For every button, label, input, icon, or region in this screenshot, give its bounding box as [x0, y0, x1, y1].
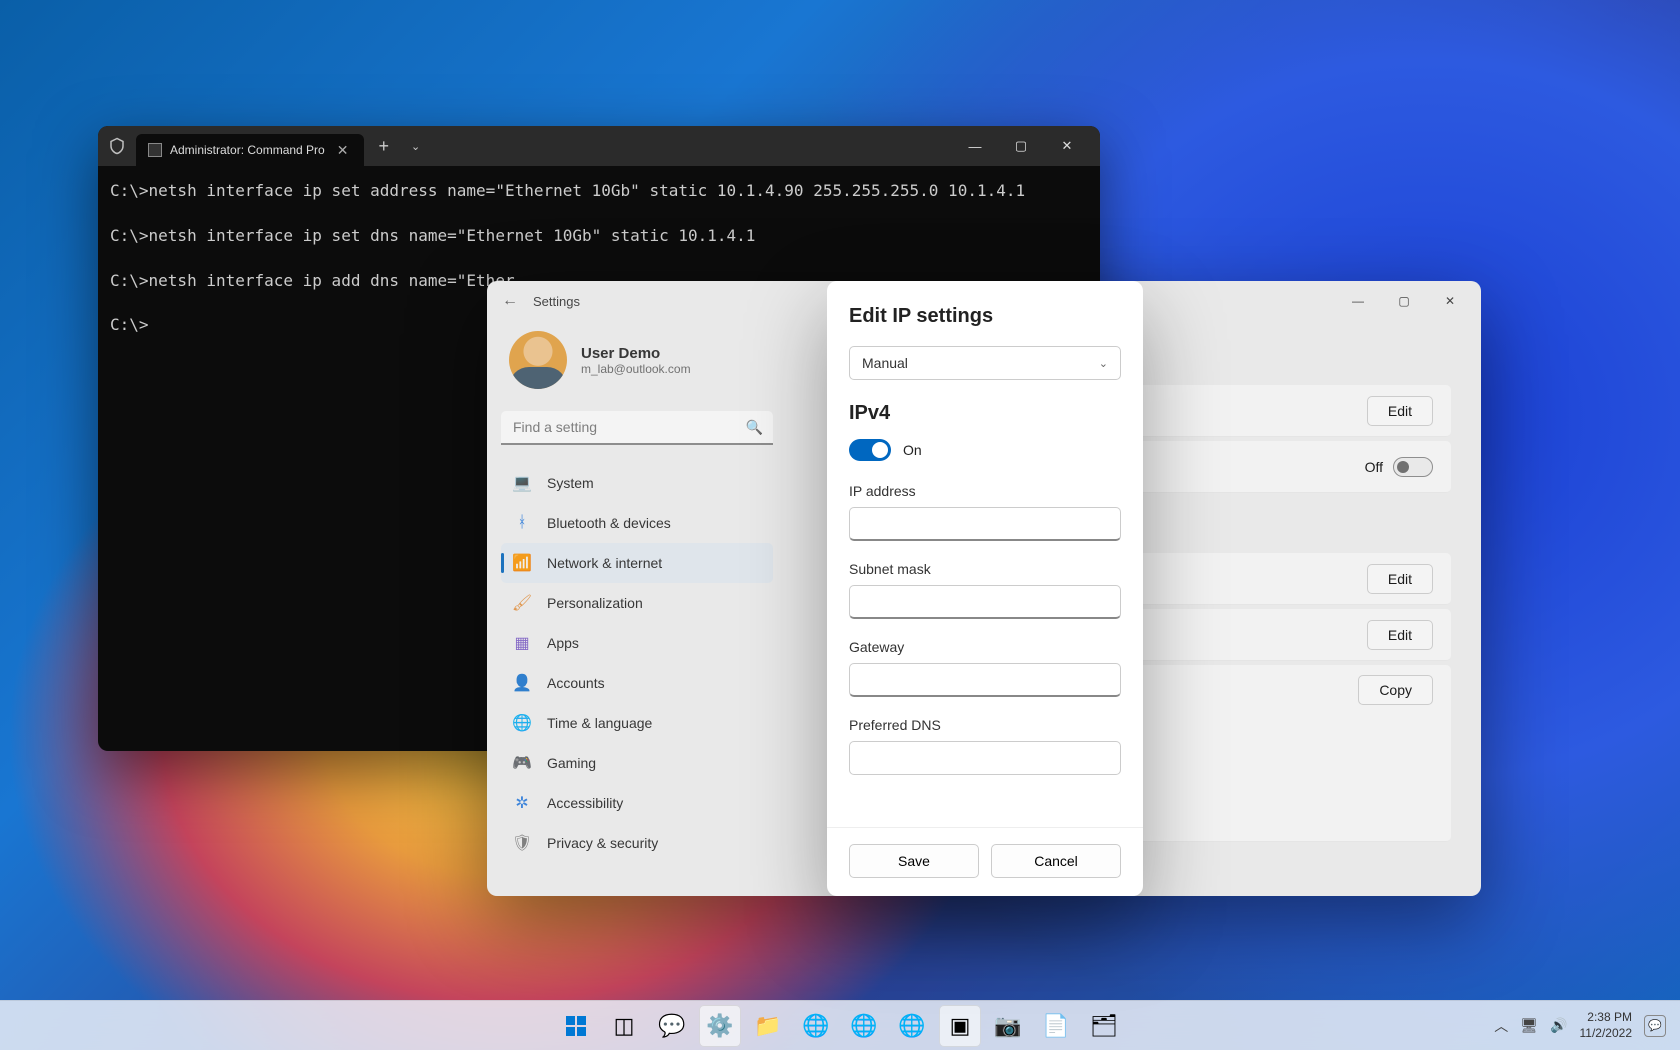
close-button[interactable]: ✕ — [1044, 126, 1090, 166]
preferred-dns-label: Preferred DNS — [849, 717, 1121, 733]
cmd-icon — [148, 143, 162, 157]
sidebar-item-accounts[interactable]: 👤Accounts — [501, 663, 773, 703]
sidebar-item-personalization[interactable]: 🖌Personalization — [501, 583, 773, 623]
bluetooth-icon: ᚼ — [513, 514, 531, 532]
shield-icon — [108, 137, 126, 155]
chevron-down-icon: ⌄ — [1099, 357, 1108, 370]
notepad-icon[interactable]: 📄 — [1035, 1005, 1077, 1047]
save-button[interactable]: Save — [849, 844, 979, 878]
person-icon: 👤 — [513, 674, 531, 692]
edit-ip-dialog: Edit IP settings Manual ⌄ IPv4 On IP add… — [827, 281, 1143, 896]
globe-icon: 🌐 — [513, 714, 531, 732]
edge-icon[interactable]: 🌐 — [795, 1005, 837, 1047]
close-button[interactable]: ✕ — [1427, 281, 1473, 321]
ip-address-label: IP address — [849, 483, 1121, 499]
edge-beta-icon[interactable]: 🌐 — [843, 1005, 885, 1047]
gamepad-icon: 🎮 — [513, 754, 531, 772]
sidebar-item-gaming[interactable]: 🎮Gaming — [501, 743, 773, 783]
user-block[interactable]: User Demo m_lab@outlook.com — [501, 321, 773, 411]
sidebar-item-accessibility[interactable]: ✲Accessibility — [501, 783, 773, 823]
file-explorer-icon[interactable]: 📁 — [747, 1005, 789, 1047]
network-tray-icon[interactable]: 🖥 — [1520, 1017, 1538, 1034]
task-view-button[interactable]: ◫ — [603, 1005, 645, 1047]
cancel-button[interactable]: Cancel — [991, 844, 1121, 878]
sidebar-item-system[interactable]: 💻System — [501, 463, 773, 503]
maximize-button[interactable]: ▢ — [1381, 281, 1427, 321]
teams-icon[interactable]: 💬 — [651, 1005, 693, 1047]
toggle-label-off: Off — [1365, 459, 1383, 475]
gateway-input[interactable] — [849, 663, 1121, 697]
terminal-taskbar-icon[interactable]: ▣ — [939, 1005, 981, 1047]
settings-sidebar: User Demo m_lab@outlook.com 🔍 💻System ᚼB… — [487, 321, 787, 896]
edit-button[interactable]: Edit — [1367, 620, 1433, 650]
metered-toggle[interactable] — [1393, 457, 1433, 477]
sidebar-item-apps[interactable]: ▦Apps — [501, 623, 773, 663]
camera-icon[interactable]: 📷 — [987, 1005, 1029, 1047]
laptop-icon: 💻 — [513, 474, 531, 492]
clock[interactable]: 2:38 PM 11/2/2022 — [1580, 1010, 1633, 1041]
edge-canary-icon[interactable]: 🌐 — [891, 1005, 933, 1047]
user-name: User Demo — [581, 345, 691, 362]
notification-center-icon[interactable]: 💬 — [1644, 1015, 1666, 1037]
app-icon[interactable]: 🗂 — [1083, 1005, 1125, 1047]
ip-mode-select[interactable]: Manual ⌄ — [849, 346, 1121, 380]
subnet-mask-input[interactable] — [849, 585, 1121, 619]
dialog-title: Edit IP settings — [849, 305, 1121, 328]
back-button[interactable]: ← — [495, 292, 525, 310]
shield-icon: 🛡 — [513, 834, 531, 852]
wifi-icon: 📶 — [513, 554, 531, 572]
start-button[interactable] — [555, 1005, 597, 1047]
accessibility-icon: ✲ — [513, 794, 531, 812]
tab-dropdown-icon[interactable]: ⌄ — [403, 140, 428, 153]
clock-date: 11/2/2022 — [1580, 1026, 1633, 1042]
chevron-up-icon[interactable]: ︿ — [1494, 1016, 1508, 1036]
minimize-button[interactable]: — — [1335, 281, 1381, 321]
sidebar-item-privacy[interactable]: 🛡Privacy & security — [501, 823, 773, 863]
ipv4-toggle-label: On — [903, 442, 922, 458]
sidebar-item-bluetooth[interactable]: ᚼBluetooth & devices — [501, 503, 773, 543]
ip-address-input[interactable] — [849, 507, 1121, 541]
terminal-tab[interactable]: Administrator: Command Pro ✕ — [136, 134, 364, 166]
close-tab-icon[interactable]: ✕ — [333, 142, 353, 159]
terminal-titlebar[interactable]: Administrator: Command Pro ✕ + ⌄ — ▢ ✕ — [98, 126, 1100, 166]
settings-taskbar-icon[interactable]: ⚙️ — [699, 1005, 741, 1047]
minimize-button[interactable]: — — [952, 126, 998, 166]
edit-button[interactable]: Edit — [1367, 396, 1433, 426]
ip-mode-value: Manual — [862, 355, 908, 371]
windows-icon — [564, 1014, 588, 1038]
ipv4-heading: IPv4 — [849, 402, 1121, 425]
apps-icon: ▦ — [513, 634, 531, 652]
new-tab-button[interactable]: + — [364, 136, 403, 157]
gateway-label: Gateway — [849, 639, 1121, 655]
subnet-mask-label: Subnet mask — [849, 561, 1121, 577]
copy-button[interactable]: Copy — [1358, 675, 1433, 705]
search-input[interactable] — [501, 411, 773, 445]
settings-window-title: Settings — [533, 294, 580, 309]
sidebar-item-time[interactable]: 🌐Time & language — [501, 703, 773, 743]
maximize-button[interactable]: ▢ — [998, 126, 1044, 166]
taskbar[interactable]: ◫ 💬 ⚙️ 📁 🌐 🌐 🌐 ▣ 📷 📄 🗂 ︿ 🖥 🔊 2:38 PM 11/… — [0, 1000, 1680, 1050]
search-icon: 🔍 — [746, 419, 763, 436]
user-email: m_lab@outlook.com — [581, 362, 691, 376]
ipv4-toggle[interactable] — [849, 439, 891, 461]
volume-icon[interactable]: 🔊 — [1550, 1017, 1567, 1034]
system-tray[interactable]: ︿ 🖥 🔊 2:38 PM 11/2/2022 💬 — [1494, 1010, 1680, 1041]
desktop: Administrator: Command Pro ✕ + ⌄ — ▢ ✕ C… — [0, 0, 1680, 1050]
clock-time: 2:38 PM — [1580, 1010, 1633, 1026]
avatar — [509, 331, 567, 389]
sidebar-item-network[interactable]: 📶Network & internet — [501, 543, 773, 583]
edit-button[interactable]: Edit — [1367, 564, 1433, 594]
preferred-dns-input[interactable] — [849, 741, 1121, 775]
terminal-tab-title: Administrator: Command Pro — [170, 143, 325, 157]
brush-icon: 🖌 — [513, 594, 531, 612]
